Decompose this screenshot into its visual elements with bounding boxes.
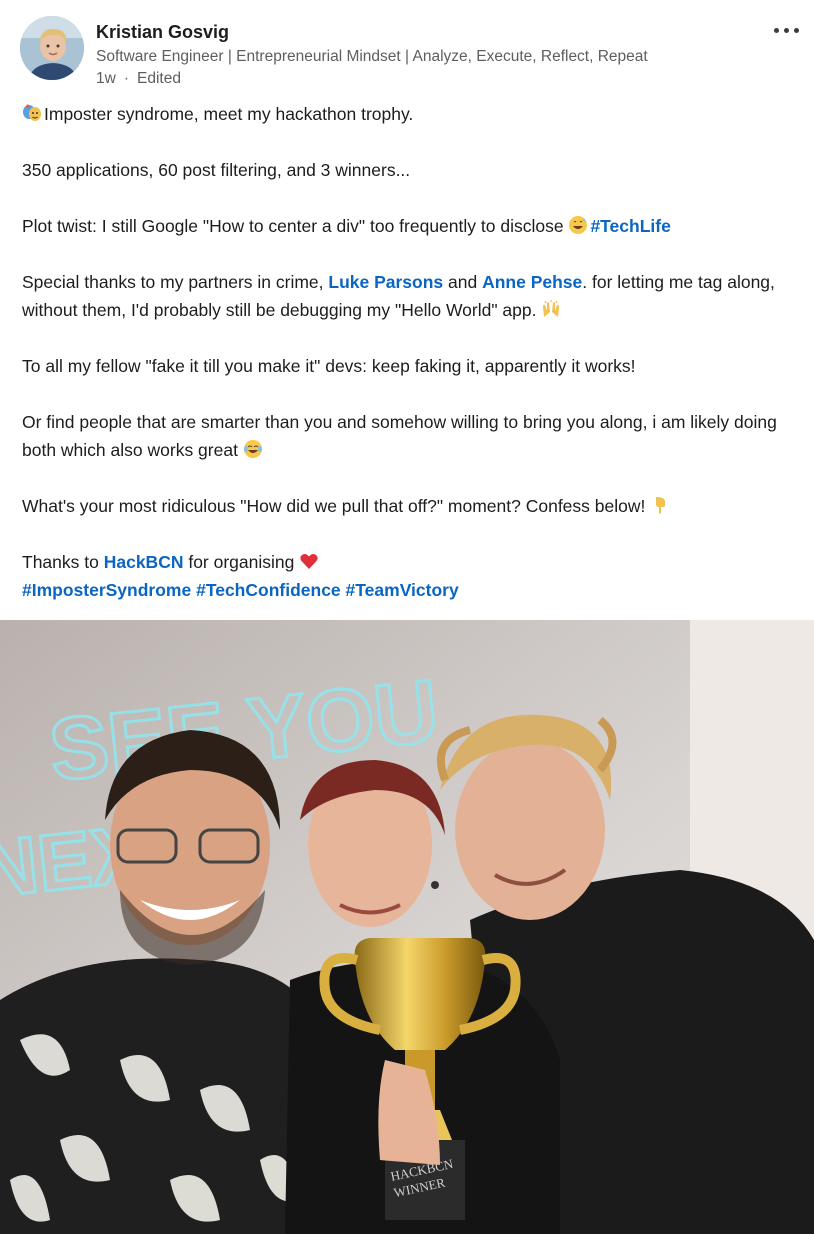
- post-line-6: Or find people that are smarter than you…: [22, 412, 777, 460]
- more-options-icon[interactable]: [772, 20, 804, 40]
- post-header: Kristian Gosvig Software Engineer | Entr…: [20, 14, 800, 94]
- post-line-4: Special thanks to my partners in crime, …: [22, 272, 775, 320]
- red-heart-emoji: [300, 554, 318, 569]
- post-body: Imposter syndrome, meet my hackathon tro…: [22, 100, 794, 604]
- linkedin-post: Kristian Gosvig Software Engineer | Entr…: [0, 0, 814, 1234]
- pointing-down-emoji: [656, 497, 666, 514]
- hashtag-techconfidence[interactable]: #TechConfidence: [196, 580, 341, 600]
- mention-anne-pehse[interactable]: Anne Pehse: [482, 272, 582, 292]
- hashtag-impostersyndrome[interactable]: #ImposterSyndrome: [22, 580, 191, 600]
- post-line-1: Imposter syndrome, meet my hackathon tro…: [22, 100, 794, 128]
- hashtag-row: #ImposterSyndrome #TechConfidence #TeamV…: [22, 576, 794, 604]
- author-avatar[interactable]: [20, 16, 84, 80]
- post-line-7: What's your most ridiculous "How did we …: [22, 492, 794, 520]
- hackathon-photo: SEE YOU NEXT HACKBCN WINNER: [0, 620, 814, 1234]
- mention-hackbcn[interactable]: HackBCN: [104, 552, 184, 572]
- post-line-5: To all my fellow "fake it till you make …: [22, 356, 636, 376]
- author-name[interactable]: Kristian Gosvig: [96, 22, 229, 43]
- post-line-8: Thanks to HackBCN for organising: [22, 548, 794, 576]
- hashtag-techlife[interactable]: #TechLife: [590, 216, 670, 236]
- author-headline: Software Engineer | Entrepreneurial Mind…: [96, 48, 648, 65]
- post-line-2: 350 applications, 60 post filtering, and…: [22, 160, 411, 180]
- meta-separator: ·: [123, 70, 129, 87]
- post-photo[interactable]: SEE YOU NEXT HACKBCN WINNER: [0, 620, 814, 1234]
- edited-label: Edited: [137, 70, 181, 87]
- raising-hands-emoji: [543, 300, 560, 317]
- grinning-sweat-emoji: [569, 216, 588, 234]
- mention-luke-parsons[interactable]: Luke Parsons: [328, 272, 443, 292]
- post-time: 1w: [96, 70, 116, 87]
- performing-arts-emoji: [23, 104, 41, 121]
- hashtag-teamvictory[interactable]: #TeamVictory: [346, 580, 459, 600]
- tears-of-joy-emoji: [243, 440, 262, 458]
- post-line-3: Plot twist: I still Google "How to cente…: [22, 216, 671, 236]
- post-meta: 1w · Edited: [96, 70, 181, 88]
- avatar-image: [20, 16, 84, 80]
